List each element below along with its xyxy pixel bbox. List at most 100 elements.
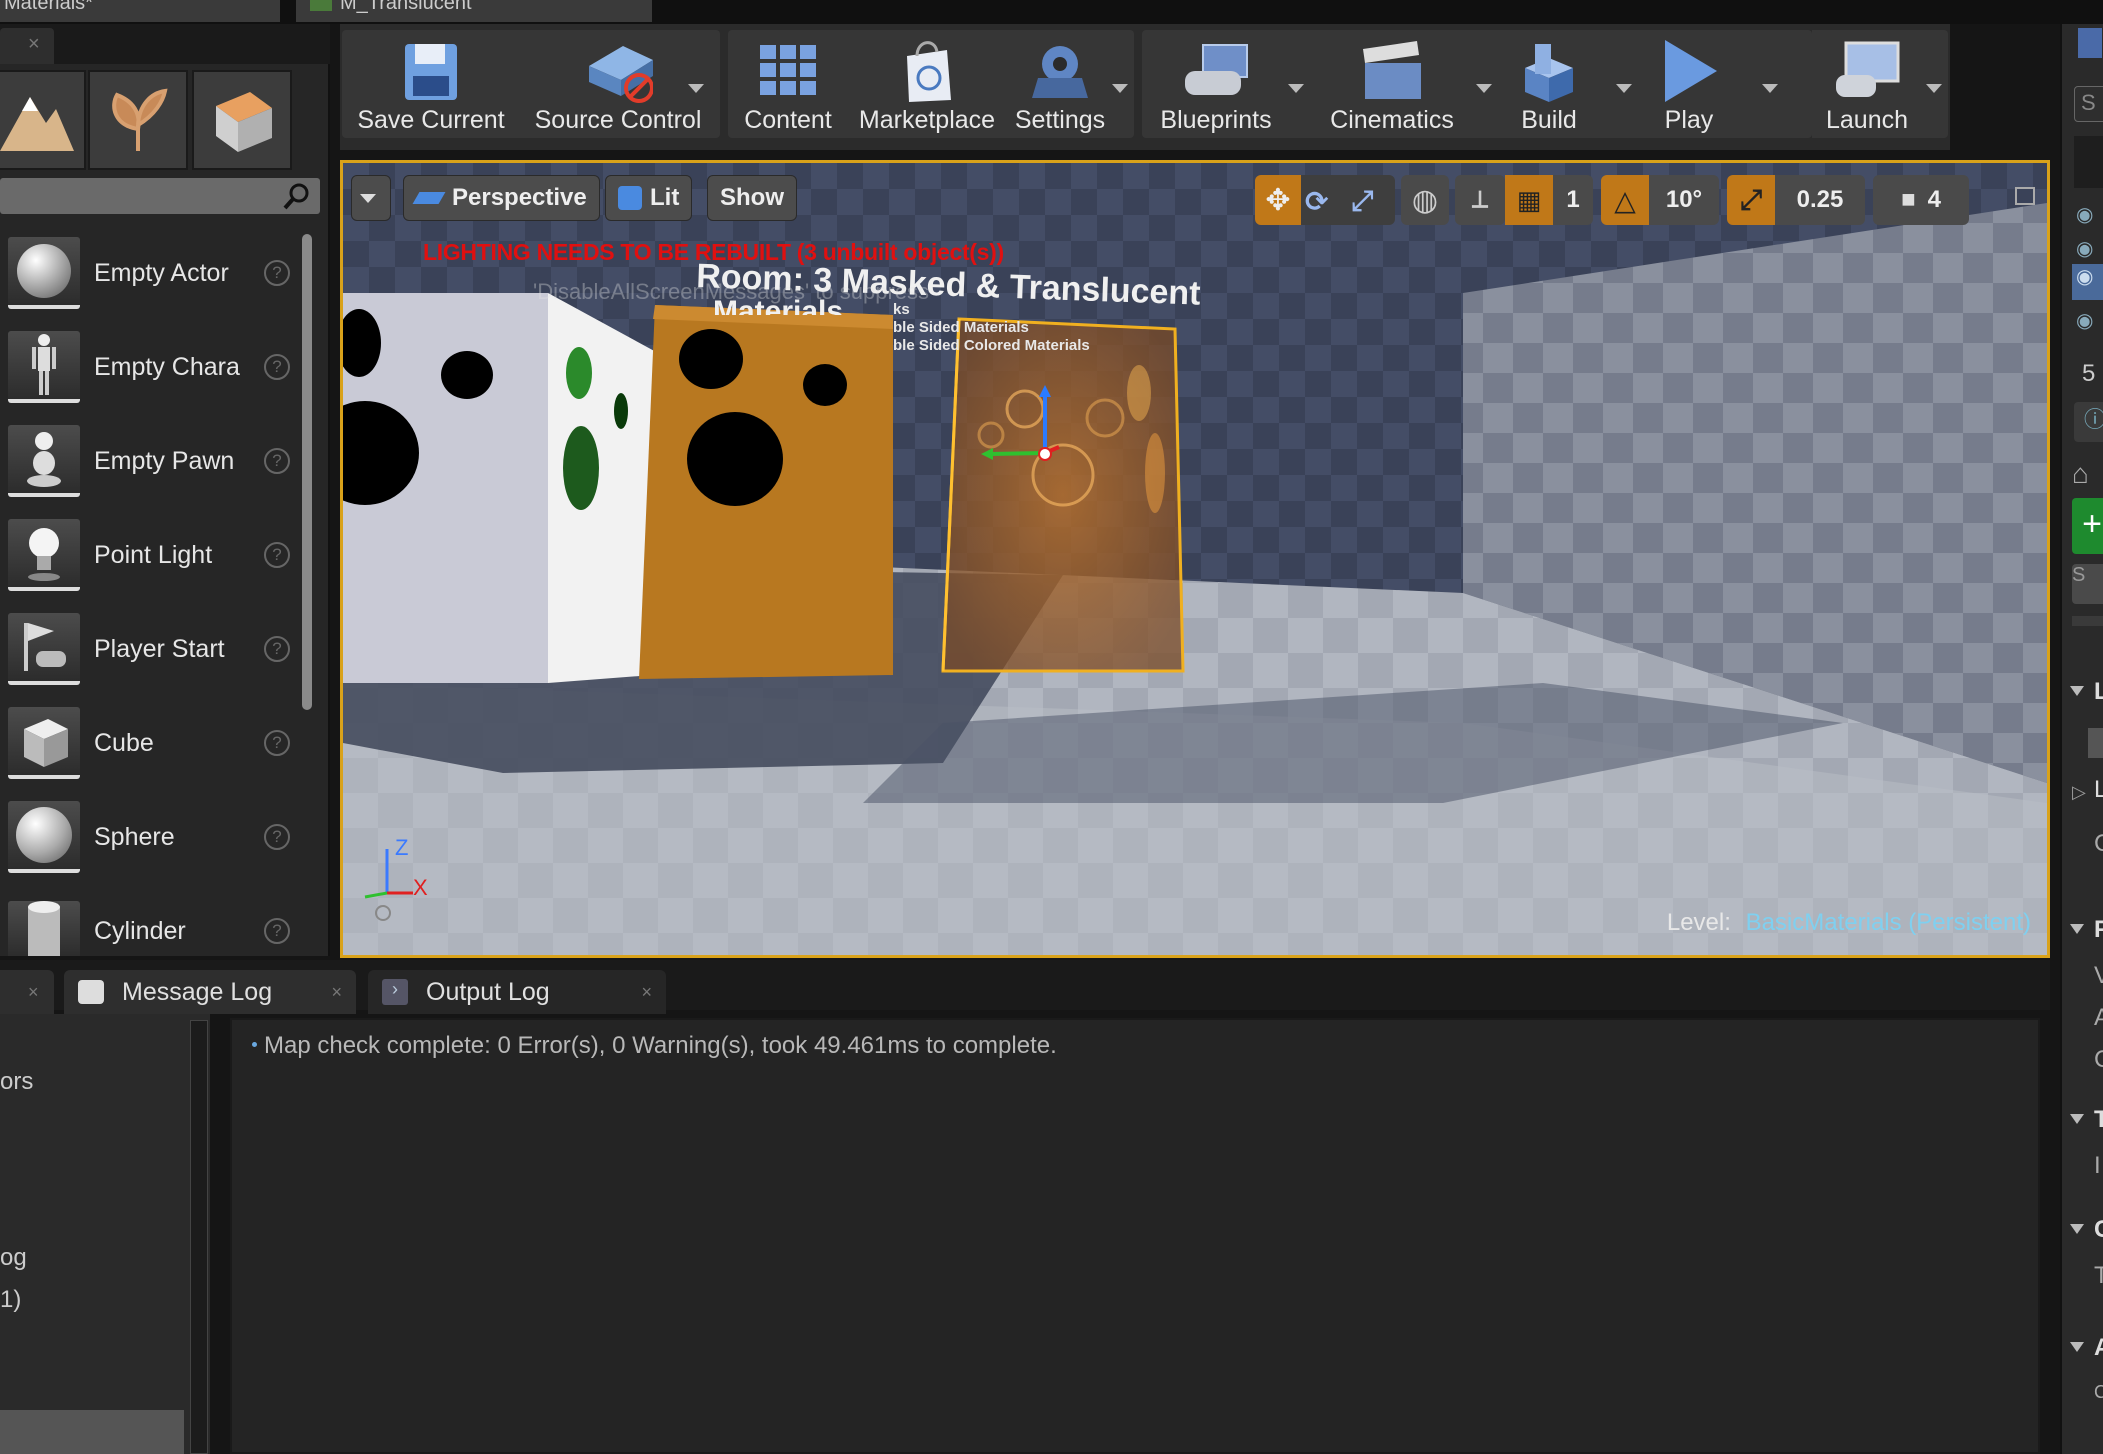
section-collapse-icon[interactable]	[2070, 1224, 2084, 1234]
perspective-button[interactable]: Perspective	[403, 175, 600, 221]
tab-message-log[interactable]: Message Log ×	[64, 970, 356, 1014]
visibility-eye-icon[interactable]: ◉	[2076, 202, 2093, 227]
launch-dropdown-arrow[interactable]	[1926, 84, 1942, 93]
outliner-icon[interactable]	[2078, 28, 2102, 58]
tab-m-translucent[interactable]: M_Translucent	[296, 0, 652, 22]
section-header[interactable]: C	[2094, 1216, 2103, 1244]
surface-snap-toggle[interactable]: ⟂	[1455, 175, 1505, 225]
log-category-selected[interactable]	[0, 1410, 184, 1454]
play-button[interactable]: Play	[1634, 30, 1744, 138]
modes-tab[interactable]: ×	[0, 28, 54, 64]
place-item-empty-pawn[interactable]: Empty Pawn ?	[0, 416, 300, 506]
help-icon[interactable]: ?	[264, 636, 290, 662]
grid-snap-toggle[interactable]: ▦	[1505, 175, 1553, 225]
expand-icon[interactable]: ▷	[2072, 782, 2086, 803]
source-control-button[interactable]: Source Control	[520, 30, 716, 138]
save-current-button[interactable]: Save Current	[348, 30, 514, 138]
help-icon[interactable]: ?	[264, 824, 290, 850]
scale-tool-icon[interactable]: ⤢	[1351, 185, 1373, 218]
build-button[interactable]: Build	[1494, 30, 1604, 138]
help-icon[interactable]: ?	[264, 542, 290, 568]
place-item-cylinder[interactable]: Cylinder ?	[0, 886, 300, 956]
section-header[interactable]: L	[2094, 678, 2103, 706]
log-tab-partial[interactable]: ×	[0, 970, 54, 1014]
visibility-eye-icon[interactable]: ◉	[2076, 236, 2093, 261]
close-icon[interactable]: ×	[28, 982, 39, 1003]
outliner-row-selected[interactable]: ◉	[2072, 264, 2103, 300]
rotation-snap-toggle[interactable]: △	[1601, 175, 1649, 225]
section-collapse-icon[interactable]	[2070, 924, 2084, 934]
log-category-item[interactable]: ors	[0, 1068, 33, 1096]
section-header[interactable]: T	[2094, 1106, 2103, 1134]
blueprints-button[interactable]: Blueprints	[1148, 30, 1284, 138]
cinematics-dropdown-arrow[interactable]	[1476, 84, 1492, 93]
close-icon[interactable]: ×	[331, 982, 342, 1003]
maximize-viewport-icon[interactable]	[2015, 187, 2035, 205]
help-icon[interactable]: ?	[264, 918, 290, 944]
place-item-point-light[interactable]: Point Light ?	[0, 510, 300, 600]
toolbar-label: Save Current	[357, 106, 505, 134]
visibility-eye-icon[interactable]: ◉	[2076, 266, 2093, 288]
world-space-toggle[interactable]: ◍	[1401, 175, 1449, 225]
section-header[interactable]: F	[2094, 916, 2103, 944]
foliage-mode-button[interactable]	[88, 70, 188, 170]
section-header[interactable]: A	[2094, 1334, 2103, 1362]
launch-button[interactable]: Launch	[1812, 30, 1922, 138]
output-log-icon: ›	[382, 979, 408, 1005]
cinematics-button[interactable]: Cinematics	[1312, 30, 1472, 138]
place-item-empty-actor[interactable]: Empty Actor ?	[0, 228, 300, 318]
add-component-button[interactable]: +	[2072, 498, 2103, 554]
camera-speed-button[interactable]: ■ 4	[1873, 175, 1969, 225]
translate-tool-icon[interactable]: ✥	[1255, 175, 1301, 225]
content-button[interactable]: Content	[730, 30, 846, 138]
show-button[interactable]: Show	[707, 175, 797, 221]
tab-materials[interactable]: Materials*	[0, 0, 280, 22]
place-list-scrollbar[interactable]	[302, 234, 312, 710]
log-category-item[interactable]: og	[0, 1244, 27, 1272]
marketplace-button[interactable]: Marketplace	[852, 30, 1002, 138]
place-search-input[interactable]	[0, 178, 320, 214]
outliner-search-input[interactable]: S	[2074, 86, 2103, 122]
details-tab[interactable]: ⓘ	[2074, 402, 2103, 442]
close-icon[interactable]: ×	[28, 33, 40, 56]
settings-button[interactable]: Settings	[1010, 30, 1110, 138]
grid-snap-value[interactable]: 1	[1553, 175, 1593, 225]
help-icon[interactable]: ?	[264, 354, 290, 380]
section-header[interactable]: L	[2094, 776, 2103, 804]
close-icon[interactable]: ×	[641, 982, 652, 1003]
category-scrollbar[interactable]	[190, 1020, 208, 1454]
help-icon[interactable]: ?	[264, 448, 290, 474]
help-icon[interactable]: ?	[264, 260, 290, 286]
section-collapse-icon[interactable]	[2070, 1342, 2084, 1352]
place-item-empty-character[interactable]: Empty Chara ?	[0, 322, 300, 412]
place-item-label: Empty Pawn	[94, 446, 235, 475]
play-dropdown-arrow[interactable]	[1762, 84, 1778, 93]
place-mode-button[interactable]	[0, 70, 86, 170]
blueprints-dropdown-arrow[interactable]	[1288, 84, 1304, 93]
blueprint-script-button[interactable]: S	[2072, 564, 2103, 604]
scale-snap-value[interactable]: 0.25	[1775, 175, 1865, 225]
lit-view-mode-button[interactable]: Lit	[605, 175, 693, 221]
geometry-mode-button[interactable]	[192, 70, 292, 170]
component-row	[2072, 616, 2103, 626]
log-category-item[interactable]: 1)	[0, 1286, 21, 1314]
scale-snap-toggle[interactable]: ⤢	[1727, 175, 1775, 225]
rotate-tool-icon[interactable]: ⟳	[1305, 185, 1328, 218]
help-icon[interactable]: ?	[264, 730, 290, 756]
toolbar-group-file: Save Current Source Control	[342, 30, 720, 138]
settings-dropdown-arrow[interactable]	[1112, 84, 1128, 93]
tab-output-log[interactable]: › Output Log ×	[368, 970, 666, 1014]
place-item-cube[interactable]: Cube ?	[0, 698, 300, 788]
section-collapse-icon[interactable]	[2070, 1114, 2084, 1124]
place-item-player-start[interactable]: Player Start ?	[0, 604, 300, 694]
modes-tab-bar: ×	[0, 24, 330, 64]
place-item-sphere[interactable]: Sphere ?	[0, 792, 300, 882]
source-control-dropdown-arrow[interactable]	[688, 84, 704, 93]
rotation-snap-value[interactable]: 10°	[1649, 175, 1719, 225]
section-collapse-icon[interactable]	[2070, 686, 2084, 696]
viewport-options-button[interactable]	[351, 175, 391, 221]
build-dropdown-arrow[interactable]	[1616, 84, 1632, 93]
visibility-eye-icon[interactable]: ◉	[2076, 308, 2093, 333]
level-viewport[interactable]: Room: 3 Masked & Translucent Materials k…	[340, 160, 2050, 958]
property-field[interactable]	[2088, 728, 2103, 758]
